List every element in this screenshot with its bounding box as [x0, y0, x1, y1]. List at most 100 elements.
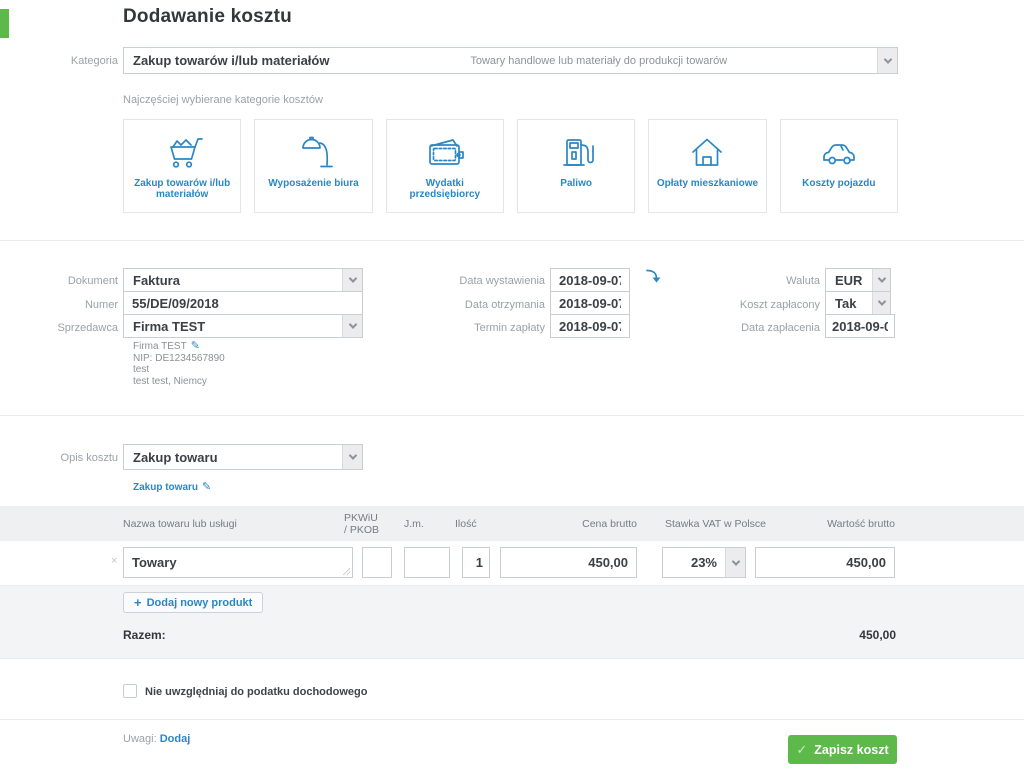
product-jm-input[interactable]	[405, 548, 449, 577]
wallet-icon	[422, 133, 468, 171]
koszt-zaplacony-select[interactable]: Tak	[825, 291, 891, 315]
waluta-label: Waluta	[700, 275, 820, 287]
exclude-income-tax-checkbox[interactable]	[123, 684, 137, 698]
chevron-down-icon[interactable]	[342, 445, 362, 469]
tile-label: Zakup towarów i/lub materiałów	[124, 178, 240, 200]
tile-zakup-towarow[interactable]: Zakup towarów i/lub materiałów	[123, 119, 241, 213]
waluta-select[interactable]: EUR	[825, 268, 891, 292]
section-divider	[0, 719, 1024, 720]
resize-grip[interactable]	[342, 567, 350, 575]
chevron-down-icon[interactable]	[872, 269, 890, 291]
chevron-down-icon[interactable]	[877, 48, 897, 73]
tiles-heading: Najczęściej wybierane kategorie kosztów	[123, 94, 323, 106]
seller-name: Firma TEST	[133, 341, 187, 352]
product-wartosc-input[interactable]	[756, 548, 894, 577]
product-jm-wrap	[404, 547, 450, 578]
data-otrzymania-input[interactable]	[551, 292, 629, 314]
dokument-label: Dokument	[0, 275, 118, 287]
product-wartosc-wrap	[755, 547, 895, 578]
tile-label: Opłaty mieszkaniowe	[651, 178, 764, 189]
add-product-button[interactable]: + Dodaj nowy produkt	[123, 592, 263, 613]
product-ilosc-input[interactable]	[463, 548, 489, 577]
section-divider	[0, 415, 1024, 416]
category-label: Kategoria	[0, 55, 118, 67]
sprzedawca-select[interactable]: Firma TEST	[123, 314, 363, 338]
cart-icon	[159, 133, 205, 171]
check-icon: ✓	[796, 742, 807, 758]
tile-label: Wyposażenie biura	[262, 178, 364, 189]
save-cost-button[interactable]: ✓ Zapisz koszt	[788, 735, 897, 764]
product-ilosc-wrap	[462, 547, 490, 578]
data-wystawienia-input[interactable]	[551, 269, 629, 291]
product-pkwiu-input[interactable]	[363, 548, 391, 577]
termin-zaplaty-input-wrap	[550, 314, 630, 338]
delete-row-icon[interactable]: ×	[111, 555, 117, 567]
save-button-label: Zapisz koszt	[814, 743, 888, 757]
product-cena-wrap	[500, 547, 637, 578]
numer-label: Numer	[0, 299, 118, 311]
waluta-value: EUR	[826, 273, 862, 288]
product-name-input[interactable]	[124, 548, 352, 577]
sprzedawca-label: Sprzedawca	[0, 322, 118, 334]
dokument-select[interactable]: Faktura	[123, 268, 363, 292]
product-pkwiu-wrap	[362, 547, 392, 578]
col-header-ilosc: Ilość	[455, 518, 477, 530]
col-header-cena: Cena brutto	[537, 518, 637, 530]
products-table-header: Nazwa towaru lub usługi PKWiU / PKOB J.m…	[0, 506, 1024, 541]
seller-line4: test test, Niemcy	[133, 376, 225, 388]
col-header-nazwa: Nazwa towaru lub usługi	[123, 518, 237, 530]
data-zaplacenia-input[interactable]	[826, 315, 894, 337]
dokument-value: Faktura	[124, 273, 180, 288]
uwagi-dodaj-link[interactable]: Dodaj	[160, 733, 191, 745]
house-icon	[684, 133, 730, 171]
sidebar-accent-strip	[0, 9, 9, 38]
category-select[interactable]: Zakup towarów i/lub materiałów Towary ha…	[123, 47, 898, 74]
tile-paliwo[interactable]: Paliwo	[517, 119, 635, 213]
col-header-pkwiu: PKWiU / PKOB	[344, 512, 379, 536]
uwagi-label: Uwagi:	[123, 733, 157, 745]
tile-oplaty-mieszkaniowe[interactable]: Opłaty mieszkaniowe	[648, 119, 766, 213]
chevron-down-icon[interactable]	[342, 269, 362, 291]
tile-label: Koszty pojazdu	[796, 178, 881, 189]
tile-label: Paliwo	[554, 178, 598, 189]
product-cena-input[interactable]	[501, 548, 636, 577]
product-name-wrap	[123, 547, 353, 578]
product-vat-select[interactable]: 23%	[662, 547, 746, 578]
opis-edit-text: Zakup towaru	[133, 482, 198, 493]
chevron-down-icon[interactable]	[342, 315, 362, 337]
seller-info: Firma TEST✎ NIP: DE1234567890 test test …	[133, 341, 225, 387]
fuel-pump-icon	[553, 133, 599, 171]
section-divider	[0, 240, 1024, 241]
termin-zaplaty-input[interactable]	[551, 315, 629, 337]
add-product-label: Dodaj nowy produkt	[147, 597, 253, 609]
product-vat-value: 23%	[682, 555, 725, 570]
col-header-wartosc: Wartość brutto	[795, 518, 895, 530]
tile-koszty-pojazdu[interactable]: Koszty pojazdu	[780, 119, 898, 213]
col-header-vat: Stawka VAT w Polsce	[665, 518, 766, 530]
numer-input[interactable]	[124, 292, 362, 314]
razem-value: 450,00	[696, 628, 896, 642]
termin-zaplaty-label: Termin zapłaty	[425, 322, 545, 334]
koszt-zaplacony-label: Koszt zapłacony	[700, 299, 820, 311]
sprzedawca-value: Firma TEST	[124, 319, 205, 334]
category-hint: Towary handlowe lub materiały do produkc…	[470, 55, 736, 67]
edit-pencil-icon[interactable]: ✎	[191, 340, 200, 352]
numer-input-wrap	[123, 291, 363, 315]
data-wystawienia-label: Data wystawienia	[425, 275, 545, 287]
tile-wyposazenie-biura[interactable]: Wyposażenie biura	[254, 119, 372, 213]
edit-pencil-icon[interactable]: ✎	[202, 481, 211, 493]
seller-nip: NIP: DE1234567890	[133, 353, 225, 365]
col-header-jm: J.m.	[404, 518, 424, 530]
tile-wydatki-przedsiebiorcy[interactable]: Wydatki przedsiębiorcy	[386, 119, 504, 213]
chevron-down-icon[interactable]	[725, 548, 745, 577]
opis-kosztu-select[interactable]: Zakup towaru	[123, 444, 363, 470]
data-otrzymania-label: Data otrzymania	[425, 299, 545, 311]
exclude-income-tax-label: Nie uwzględniaj do podatku dochodowego	[145, 686, 367, 698]
koszt-zaplacony-value: Tak	[826, 296, 856, 311]
opis-edit-row: Zakup towaru ✎	[133, 477, 211, 495]
chevron-down-icon[interactable]	[872, 292, 890, 314]
page-title: Dodawanie kosztu	[123, 6, 292, 28]
copy-date-down-icon[interactable]	[645, 267, 663, 286]
data-otrzymania-input-wrap	[550, 291, 630, 315]
data-zaplacenia-label: Data zapłacenia	[700, 322, 820, 334]
